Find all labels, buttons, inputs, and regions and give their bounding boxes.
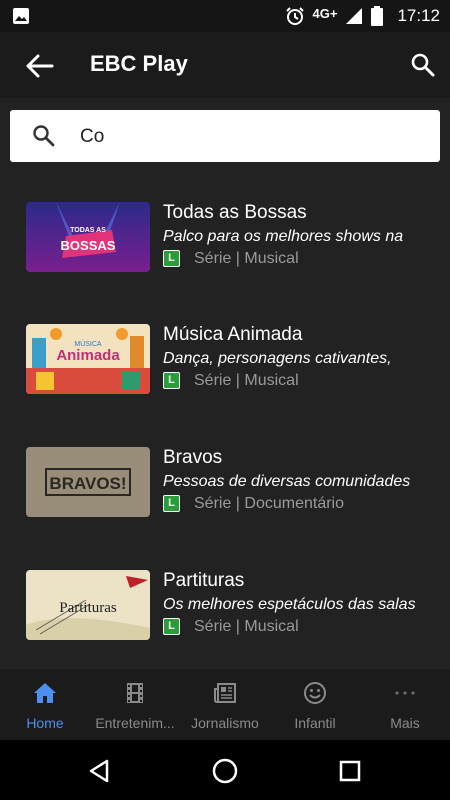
nav-mais[interactable]: Mais — [360, 669, 450, 740]
nav-label: Jornalismo — [191, 715, 259, 731]
item-meta: Série | Musical — [194, 372, 299, 389]
clock: 17:12 — [397, 6, 440, 25]
item-title: Partituras — [163, 570, 245, 591]
recents-square-icon[interactable] — [335, 756, 365, 786]
system-navigation-bar — [0, 740, 450, 800]
battery-icon — [371, 6, 384, 26]
film-icon — [127, 683, 143, 703]
nav-entretenimento[interactable]: Entretenim... — [90, 669, 180, 740]
list-item[interactable]: BRAVOS! Bravos Pessoas de diversas comun… — [0, 425, 450, 525]
svg-text:Partituras: Partituras — [59, 600, 117, 616]
thumbnail-bravos: BRAVOS! — [26, 447, 150, 517]
network-type: 4G+ — [312, 5, 338, 21]
item-title: Música Animada — [163, 324, 303, 345]
svg-text:BRAVOS!: BRAVOS! — [49, 474, 126, 493]
bottom-navigation: Home Entretenim... Jornalismo Infantil M… — [0, 669, 450, 740]
nav-label: Home — [26, 715, 64, 731]
image-notification-icon — [13, 8, 29, 24]
search-icon — [33, 125, 55, 147]
rating-badge: L — [163, 495, 180, 512]
item-description: Os melhores espetáculos das salas — [163, 596, 416, 613]
thumbnail-partituras: Partituras — [26, 570, 150, 640]
item-description: Pessoas de diversas comunidades — [163, 473, 411, 490]
item-meta: Série | Documentário — [194, 495, 344, 512]
rating-badge: L — [163, 250, 180, 267]
rating-badge: L — [163, 618, 180, 635]
item-description: Palco para os melhores shows na — [163, 228, 404, 245]
nav-infantil[interactable]: Infantil — [270, 669, 360, 740]
thumbnail-musica-animada: Animada MÚSICA — [26, 324, 150, 394]
item-meta: Série | Musical — [194, 618, 299, 635]
item-meta: Série | Musical — [194, 250, 299, 267]
rating-badge: L — [163, 372, 180, 389]
alarm-icon — [285, 7, 304, 25]
nav-label: Entretenim... — [95, 715, 175, 731]
app-title: EBC Play — [90, 51, 188, 76]
svg-text:Animada: Animada — [56, 347, 120, 364]
home-icon — [34, 683, 56, 703]
back-triangle-icon[interactable] — [85, 756, 115, 786]
home-circle-icon[interactable] — [210, 756, 240, 786]
app-bar: EBC Play — [0, 32, 450, 98]
svg-text:BOSSAS: BOSSAS — [61, 238, 116, 253]
search-input[interactable] — [78, 120, 422, 154]
list-item[interactable]: BOSSAS TODAS AS Todas as Bossas Palco pa… — [0, 180, 450, 280]
svg-text:MÚSICA: MÚSICA — [74, 339, 102, 348]
nav-jornalismo[interactable]: Jornalismo — [180, 669, 270, 740]
status-bar: 4G+ 17:12 — [0, 0, 450, 32]
thumbnail-todas-as-bossas: BOSSAS TODAS AS — [26, 202, 150, 272]
item-title: Todas as Bossas — [163, 202, 307, 223]
nav-home[interactable]: Home — [0, 669, 90, 740]
nav-label: Infantil — [294, 715, 336, 731]
smiley-icon — [304, 682, 326, 704]
back-arrow-icon[interactable] — [24, 52, 56, 80]
list-item[interactable]: Animada MÚSICA Música Animada Dança, per… — [0, 302, 450, 402]
nav-label: Mais — [390, 715, 420, 731]
item-description: Dança, personagens cativantes, — [163, 350, 392, 367]
item-title: Bravos — [163, 447, 223, 468]
list-item[interactable]: Partituras Partituras Os melhores espetá… — [0, 548, 450, 648]
more-icon — [395, 691, 415, 695]
svg-text:TODAS AS: TODAS AS — [70, 227, 106, 234]
newspaper-icon — [214, 683, 236, 703]
search-bar — [10, 110, 440, 162]
search-icon[interactable] — [410, 52, 436, 78]
signal-icon — [346, 8, 363, 24]
